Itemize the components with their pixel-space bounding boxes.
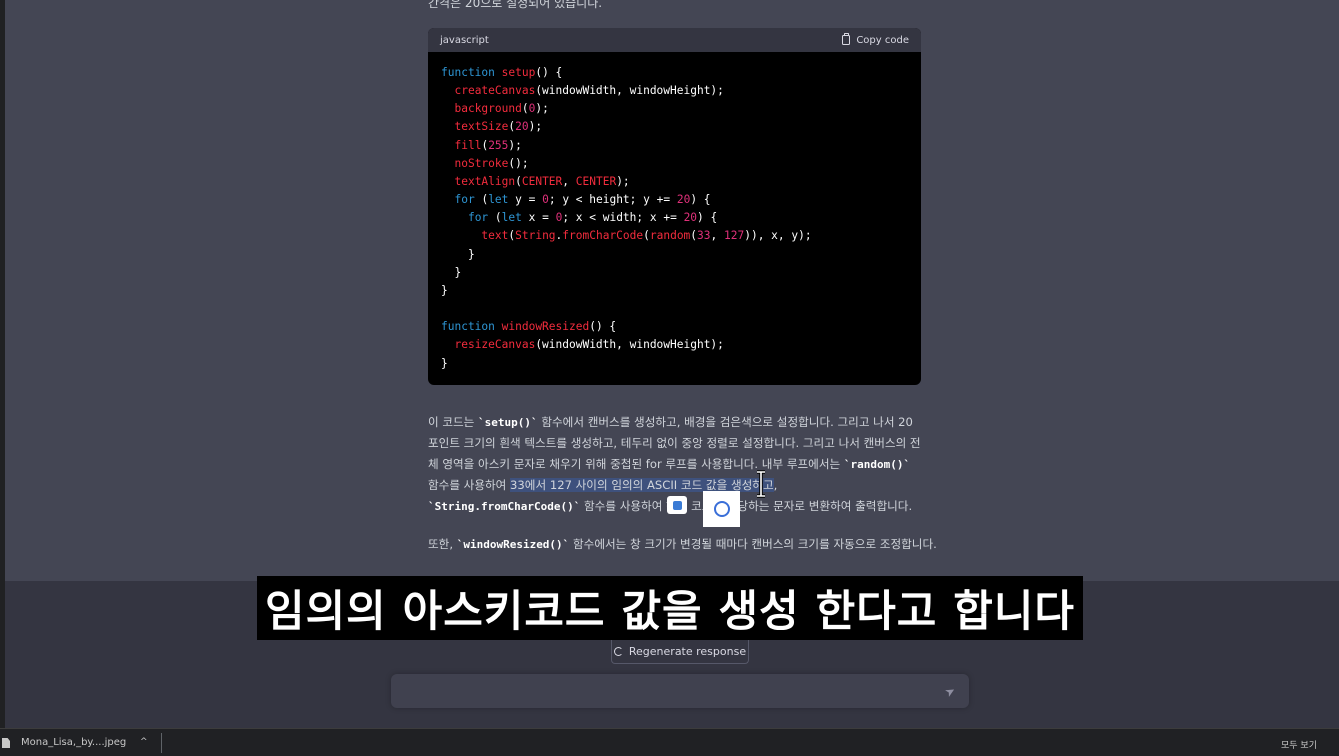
download-file-name[interactable]: Mona_Lisa,_by....jpeg xyxy=(21,737,126,748)
code-line: noStroke(); xyxy=(454,156,529,170)
paragraph-text: , xyxy=(773,478,778,492)
code-line: background(0); xyxy=(454,102,549,116)
paragraph-text: 함수를 사용하여 xyxy=(428,478,511,492)
code-block-header: javascript Copy code xyxy=(428,28,921,52)
file-icon xyxy=(2,738,10,748)
code-line: for (let y = 0; y < height; y += 20) { xyxy=(454,193,711,207)
copy-code-button[interactable]: Copy code xyxy=(842,33,909,46)
translate-icon[interactable] xyxy=(667,496,687,514)
regenerate-response-button[interactable]: Regenerate response xyxy=(611,640,749,664)
message-text-partial: 간격은 20으로 설정되어 있습니다. xyxy=(428,0,603,10)
inline-code: `setup()` xyxy=(478,416,538,429)
code-line: fill(255); xyxy=(454,138,522,152)
text-cursor-icon xyxy=(757,470,765,498)
inline-code: `windowResized()` xyxy=(456,538,570,551)
code-line: function windowResized() { xyxy=(441,320,617,334)
code-line: createCanvas(windowWidth, windowHeight); xyxy=(454,84,724,98)
video-subtitle: 임의의 아스키코드 값을 생성 한다고 합니다 xyxy=(257,576,1083,640)
chevron-up-icon[interactable]: ^ xyxy=(140,737,148,747)
headset-icon[interactable] xyxy=(703,491,740,527)
code-line: textAlign(CENTER, CENTER); xyxy=(454,174,630,188)
code-line: } xyxy=(441,247,475,261)
code-line: } xyxy=(441,356,448,370)
code-line: } xyxy=(441,265,462,279)
code-content: function setup() { createCanvas(windowWi… xyxy=(428,52,921,385)
paragraph-text: 또한, xyxy=(428,537,457,551)
code-language-label: javascript xyxy=(440,34,489,46)
code-line: textSize(20); xyxy=(454,120,543,134)
inline-code: `String.fromCharCode()` xyxy=(428,500,581,513)
code-line: function setup() { xyxy=(441,66,563,79)
code-line: resizeCanvas(windowWidth, windowHeight); xyxy=(454,338,724,352)
paper-plane-icon[interactable]: ➤ xyxy=(942,683,959,700)
clipboard-icon xyxy=(842,33,851,45)
code-line: } xyxy=(441,283,448,297)
message-input[interactable] xyxy=(403,674,937,710)
divider xyxy=(161,733,162,753)
paragraph-text: 함수에서는 창 크기가 변경될 때마다 캔버스의 크기를 자동으로 조정합니다. xyxy=(569,537,937,551)
message-input-box[interactable]: ➤ xyxy=(391,674,969,710)
downloads-bar: Mona_Lisa,_by....jpeg ^ 모두 보기 xyxy=(0,728,1339,756)
message-paragraph: 또한, `windowResized()` 함수에서는 창 크기가 변경될 때마… xyxy=(428,534,937,555)
inline-code: `random()` xyxy=(843,458,911,471)
regenerate-label: Regenerate response xyxy=(628,645,747,658)
code-line: text(String.fromCharCode(random(33, 127)… xyxy=(481,229,812,243)
copy-code-label: Copy code xyxy=(856,34,909,46)
selected-text[interactable]: 33에서 127 사이의 임의의 ASCII 코드 값을 생성하고 xyxy=(510,478,774,492)
refresh-icon xyxy=(613,647,623,656)
code-block: javascript Copy code function setup() { … xyxy=(428,28,921,385)
paragraph-text: 이 코드는 xyxy=(428,415,479,429)
code-line: for (let x = 0; x < width; x += 20) { xyxy=(467,211,718,225)
paragraph-text: 함수를 사용하여 해당 코드를 해당하는 문자로 변환하여 출력합니다. xyxy=(580,499,913,513)
show-all-downloads-link[interactable]: 모두 보기 xyxy=(1281,738,1317,751)
